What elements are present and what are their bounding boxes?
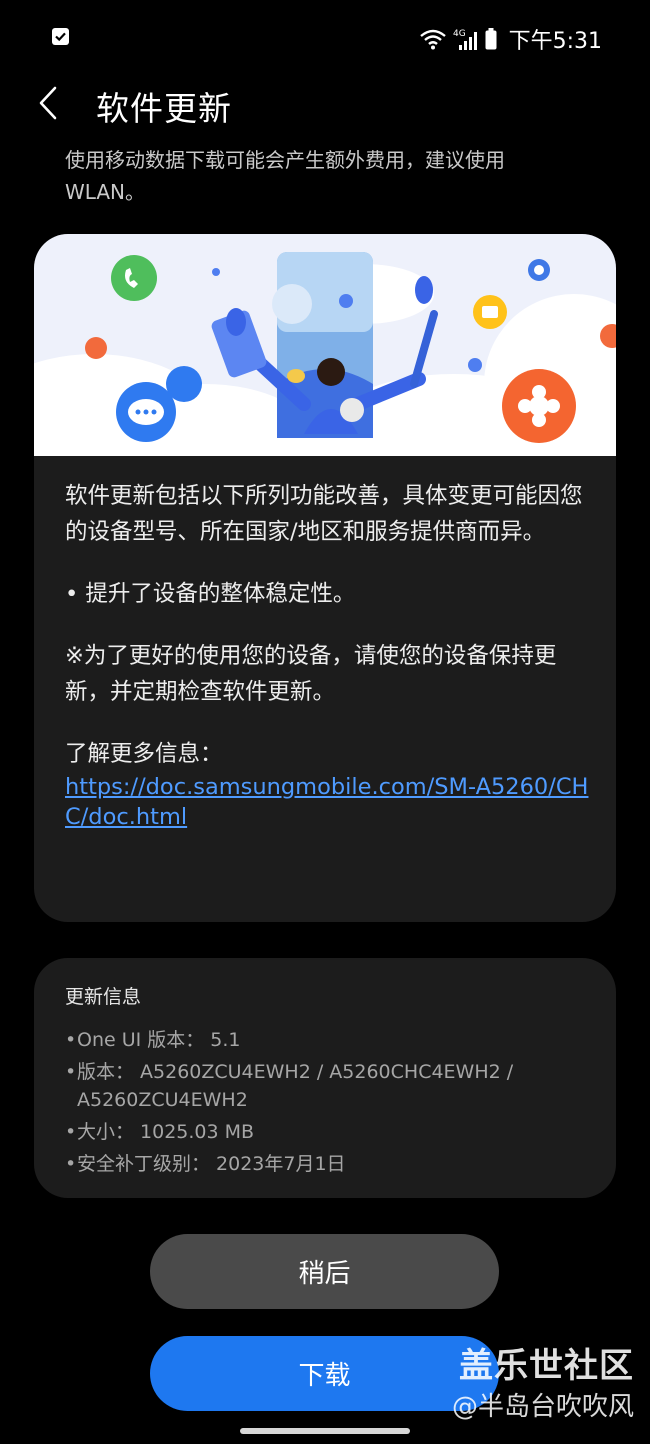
update-info-list: One UI 版本：5.1 版本：A5260ZCU4EWH2 / A5260CH… (65, 1026, 595, 1182)
release-notes-text: 软件更新包括以下所列功能改善，具体变更可能因您的设备型号、所在国家/地区和服务提… (65, 478, 593, 832)
list-item: 大小：1025.03 MB (65, 1118, 595, 1146)
list-item: One UI 版本：5.1 (65, 1026, 595, 1054)
header: 软件更新 (0, 78, 650, 132)
watermark-user: @半岛台吹吹风 (451, 1392, 634, 1422)
list-item: 安全补丁级别：2023年7月1日 (65, 1150, 595, 1178)
back-button[interactable] (30, 80, 66, 126)
info-value-version-ui: 5.1 (210, 1029, 241, 1051)
info-value-size: 1025.03 MB (140, 1121, 255, 1143)
signal-icon: 4G (453, 27, 479, 51)
later-button[interactable]: 稍后 (150, 1234, 499, 1309)
release-advice: ※为了更好的使用您的设备，请使您的设备保持更新，并定期检查软件更新。 (65, 643, 557, 705)
wifi-icon (419, 28, 447, 50)
chevron-left-icon (39, 86, 57, 120)
status-time: 下午5:31 (508, 29, 602, 54)
info-label-version-ui: One UI 版本： (77, 1029, 205, 1051)
status-bar: 4G 下午5:31 (0, 0, 650, 78)
info-label-security-patch: 安全补丁级别： (77, 1153, 211, 1175)
update-info-card: 更新信息 One UI 版本：5.1 版本：A5260ZCU4EWH2 / A5… (34, 958, 616, 1198)
status-indicators: 4G 下午5:31 (419, 22, 602, 56)
release-notes-card: 软件更新包括以下所列功能改善，具体变更可能因您的设备型号、所在国家/地区和服务提… (34, 234, 616, 922)
page-title: 软件更新 (96, 89, 232, 128)
battery-icon (485, 28, 497, 50)
info-label-build: 版本： (77, 1061, 135, 1083)
update-illustration (34, 234, 616, 456)
info-value-security-patch: 2023年7月1日 (216, 1153, 346, 1175)
update-info-title: 更新信息 (65, 986, 142, 1008)
release-bullet: • 提升了设备的整体稳定性。 (65, 581, 356, 607)
data-charge-notice: 使用移动数据下载可能会产生额外费用，建议使用WLAN。 (65, 148, 505, 204)
learn-more-link[interactable]: https://doc.samsungmobile.com/SM-A5260/C… (65, 772, 593, 832)
notification-check-icon (52, 28, 69, 45)
watermark-site: 盖乐世社区 (459, 1346, 634, 1386)
info-label-size: 大小： (77, 1121, 135, 1143)
svg-text:4G: 4G (453, 29, 466, 39)
download-button[interactable]: 下载 (150, 1336, 499, 1411)
info-value-build: A5260ZCU4EWH2 / A5260CHC4EWH2 / A5260ZCU… (77, 1061, 514, 1111)
learn-more-label: 了解更多信息： (65, 741, 223, 767)
list-item: 版本：A5260ZCU4EWH2 / A5260CHC4EWH2 / A5260… (65, 1058, 595, 1114)
release-intro: 软件更新包括以下所列功能改善，具体变更可能因您的设备型号、所在国家/地区和服务提… (65, 483, 583, 545)
home-indicator[interactable] (240, 1428, 410, 1434)
